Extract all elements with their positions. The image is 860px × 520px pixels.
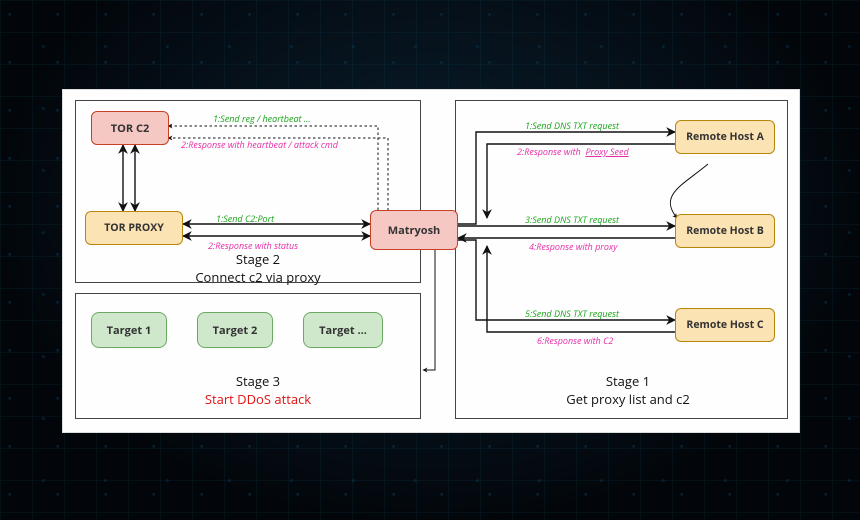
label-s1-req-c: 5:Send DNS TXT request: [525, 307, 619, 320]
node-target-2: Target 2: [197, 312, 273, 348]
label-s1-resp-a: 2:Response with Proxy Seed: [517, 145, 629, 158]
node-label: Target 2: [213, 323, 258, 338]
stage-title: Stage 1: [543, 372, 713, 390]
diagram-canvas: Matryosh TOR C2 TOR PROXY Remote Host A …: [62, 89, 800, 433]
node-label: TOR C2: [111, 121, 150, 136]
label-s2-resp-heartbeat: 2:Response with heartbeat / attack cmd: [181, 138, 338, 151]
node-tor-proxy: TOR PROXY: [85, 211, 183, 245]
node-label: Remote Host A: [686, 130, 764, 144]
label-s1-resp-c: 6:Response with C2: [537, 334, 613, 347]
stage-title: Stage 2: [183, 250, 333, 268]
label-s1-req-a: 1:Send DNS TXT request: [525, 119, 619, 132]
node-target-more: Target ...: [303, 312, 383, 348]
node-remote-host-c: Remote Host C: [675, 308, 775, 342]
stage-subtitle: Get proxy list and c2: [543, 390, 713, 408]
node-remote-host-b: Remote Host B: [675, 214, 775, 248]
stage-title: Stage 3: [173, 372, 343, 390]
label-s2-req-heartbeat: 1:Send reg / heartbeat ...: [213, 112, 311, 125]
node-tor-c2: TOR C2: [91, 111, 169, 145]
label-s1-resp-b: 4:Response with proxy: [529, 240, 617, 253]
node-target-1: Target 1: [91, 312, 167, 348]
stage-subtitle: Connect c2 via proxy: [183, 268, 333, 286]
stage-subtitle: Start DDoS attack: [173, 390, 343, 408]
node-label: Remote Host B: [686, 224, 764, 238]
stage3-title-block: Stage 3 Start DDoS attack: [173, 372, 343, 408]
stage1-title-block: Stage 1 Get proxy list and c2: [543, 372, 713, 408]
label-s2-send-c2port: 1:Send C2:Port: [216, 212, 274, 225]
node-label: TOR PROXY: [104, 221, 164, 235]
node-matryosh: Matryosh: [370, 210, 458, 250]
node-label: Remote Host C: [686, 318, 763, 332]
node-label: Target 1: [107, 323, 152, 338]
node-label: Target ...: [319, 323, 367, 338]
node-remote-host-a: Remote Host A: [675, 120, 775, 154]
stage2-title-block: Stage 2 Connect c2 via proxy: [183, 250, 333, 286]
label-s1-req-b: 3:Send DNS TXT request: [525, 213, 619, 226]
node-label: Matryosh: [388, 223, 441, 238]
